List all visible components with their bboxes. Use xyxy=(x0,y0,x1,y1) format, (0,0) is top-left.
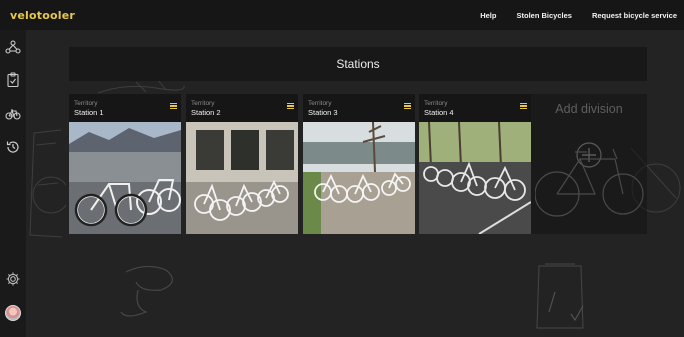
station-name: Station 1 xyxy=(74,108,104,117)
station-name: Station 2 xyxy=(191,108,221,117)
sketch-decoration-clipboard xyxy=(536,263,584,329)
add-division-label: Add division xyxy=(555,102,623,116)
station-territory: Territory xyxy=(191,100,215,107)
velotooler-logo[interactable]: velotooler xyxy=(10,9,75,22)
station-card[interactable]: Territory Station 4 xyxy=(419,94,531,234)
nav-stolen-bicycles-link[interactable]: Stolen Bicycles xyxy=(516,11,571,20)
add-division-card[interactable]: Add division xyxy=(531,94,647,234)
sidebar xyxy=(0,30,26,337)
station-territory: Territory xyxy=(308,100,332,107)
station-card[interactable]: Territory Station 1 xyxy=(69,94,181,234)
clipboard-check-icon[interactable] xyxy=(4,71,22,89)
station-photo xyxy=(186,122,298,234)
hamburger-menu-icon[interactable] xyxy=(404,103,411,109)
page-title: Stations xyxy=(336,57,380,71)
station-card[interactable]: Territory Station 3 xyxy=(303,94,415,234)
nav-help-link[interactable]: Help xyxy=(480,11,496,20)
sketch-decoration-lock xyxy=(120,265,173,317)
stations-header: Stations xyxy=(69,47,647,81)
user-avatar[interactable] xyxy=(5,305,21,321)
station-name: Station 3 xyxy=(308,108,338,117)
bicycle-icon[interactable] xyxy=(4,105,22,123)
station-card[interactable]: Territory Station 2 xyxy=(186,94,298,234)
station-name: Station 4 xyxy=(424,108,454,117)
top-bar: velotooler Help Stolen Bicycles Request … xyxy=(0,0,684,30)
network-icon[interactable] xyxy=(4,38,22,56)
station-photo xyxy=(419,122,531,234)
hamburger-menu-icon[interactable] xyxy=(520,103,527,109)
gear-icon[interactable] xyxy=(4,270,22,288)
station-photo xyxy=(69,122,181,234)
hamburger-menu-icon[interactable] xyxy=(287,103,294,109)
bicycle-sketch-decoration xyxy=(535,148,644,217)
station-photo xyxy=(303,122,415,234)
station-territory: Territory xyxy=(424,100,448,107)
sketch-decoration-left xyxy=(29,129,66,238)
main-content: Stations Territory Station 1 Territory S… xyxy=(26,30,684,337)
history-icon[interactable] xyxy=(4,138,22,156)
station-territory: Territory xyxy=(74,100,98,107)
hamburger-menu-icon[interactable] xyxy=(170,103,177,109)
top-nav: Help Stolen Bicycles Request bicycle ser… xyxy=(480,0,677,30)
nav-request-service-link[interactable]: Request bicycle service xyxy=(592,11,677,20)
